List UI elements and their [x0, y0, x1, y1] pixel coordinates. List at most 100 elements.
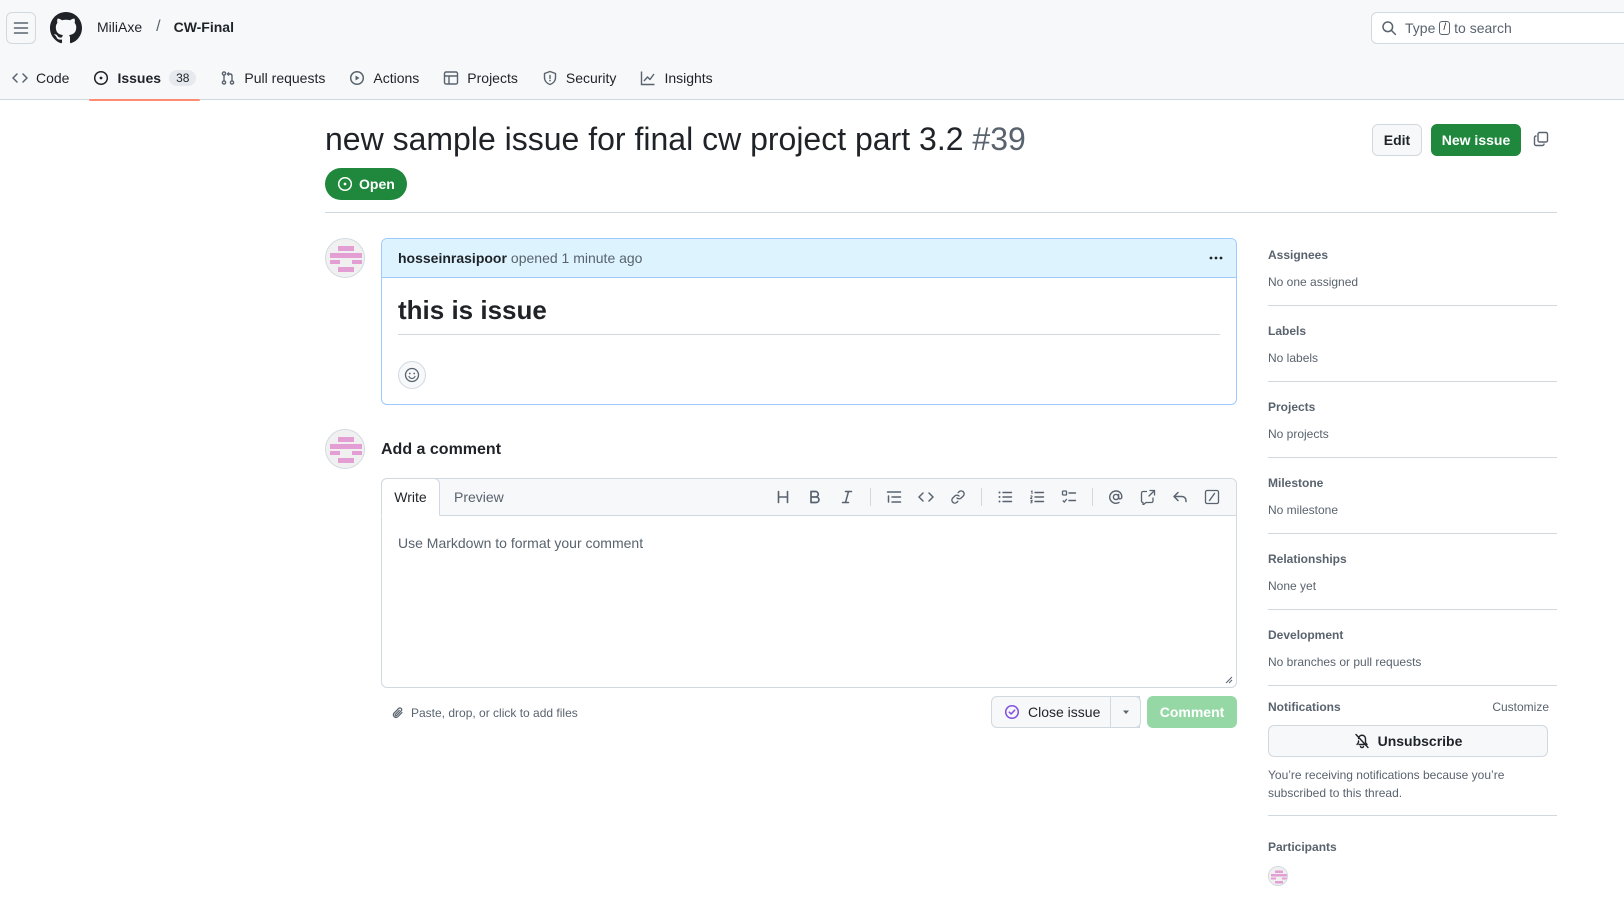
menu-button[interactable]	[6, 12, 36, 44]
comment-timestamp: opened 1 minute ago	[510, 250, 643, 266]
sidebar-heading: Projects	[1268, 400, 1316, 414]
link-icon[interactable]	[942, 483, 974, 511]
unsubscribe-button[interactable]: Unsubscribe	[1268, 725, 1548, 757]
sidebar-relationships[interactable]: Relationships None yet	[1268, 552, 1557, 593]
participant-avatar[interactable]	[1268, 866, 1288, 886]
issue-number: #39	[972, 121, 1026, 157]
sidebar-divider	[1268, 305, 1557, 306]
customize-notifications-link[interactable]: Customize	[1492, 700, 1549, 714]
repo-owner-link[interactable]: MiliAxe	[97, 19, 142, 35]
issue-state-badge: Open	[325, 168, 407, 200]
sidebar-heading: Labels	[1268, 324, 1307, 338]
edit-title-button[interactable]: Edit	[1372, 124, 1422, 156]
avatar[interactable]	[325, 429, 365, 469]
search-input[interactable]: Type / to search	[1371, 12, 1624, 44]
sidebar-value: No milestone	[1268, 503, 1339, 517]
repo-nav: Code Issues 38 Pull requests Actions Pro…	[0, 56, 725, 101]
breadcrumb: MiliAxe / CW-Final	[97, 18, 234, 36]
issue-title-text: new sample issue for final cw project pa…	[325, 121, 964, 157]
graph-icon	[640, 70, 664, 86]
notification-reason: You’re receiving notifications because y…	[1268, 768, 1505, 800]
attach-files-area[interactable]: Paste, drop, or click to add files	[391, 706, 578, 720]
tab-issues[interactable]: Issues 38	[81, 56, 208, 101]
search-prefix: Type	[1405, 20, 1436, 36]
reply-icon[interactable]	[1164, 483, 1196, 511]
sidebar-heading: Relationships	[1268, 552, 1347, 566]
comment-button[interactable]: Comment	[1147, 696, 1237, 728]
copy-icon[interactable]	[1533, 131, 1549, 147]
sidebar-development[interactable]: Development No branches or pull requests	[1268, 628, 1557, 669]
hamburger-icon	[13, 20, 29, 36]
tab-pull-requests[interactable]: Pull requests	[208, 56, 337, 100]
resize-handle-icon[interactable]	[1223, 674, 1233, 684]
toolbar-divider	[870, 488, 871, 506]
comment-header: hosseinrasipoor opened 1 minute ago	[382, 239, 1236, 278]
git-pull-request-icon	[220, 70, 244, 86]
cross-reference-icon[interactable]	[1132, 483, 1164, 511]
bell-slash-icon	[1354, 733, 1378, 749]
tab-actions[interactable]: Actions	[337, 56, 431, 100]
sidebar-labels[interactable]: Labels No labels	[1268, 324, 1557, 365]
heading-icon[interactable]	[767, 483, 799, 511]
table-icon	[443, 70, 467, 86]
sidebar-milestone[interactable]: Milestone No milestone	[1268, 476, 1557, 517]
tab-security[interactable]: Security	[530, 56, 629, 100]
bold-icon[interactable]	[799, 483, 831, 511]
sidebar-heading: Development	[1268, 628, 1344, 642]
comment-textarea[interactable]: Use Markdown to format your comment	[398, 535, 643, 551]
list-unordered-icon[interactable]	[989, 483, 1021, 511]
sidebar-divider	[1268, 609, 1557, 610]
tab-write[interactable]: Write	[381, 478, 440, 516]
tab-code[interactable]: Code	[0, 56, 81, 100]
sidebar-projects[interactable]: Projects No projects	[1268, 400, 1557, 441]
comment-heading: this is issue	[398, 295, 1220, 335]
close-issue-options-button[interactable]	[1110, 696, 1141, 728]
sidebar-value: No labels	[1268, 351, 1319, 365]
mention-icon[interactable]	[1100, 483, 1132, 511]
quote-icon[interactable]	[878, 483, 910, 511]
tab-insights[interactable]: Insights	[628, 56, 724, 100]
github-logo-icon[interactable]	[50, 12, 82, 44]
sidebar-heading: Assignees	[1268, 248, 1329, 262]
kebab-horizontal-icon[interactable]	[1204, 247, 1228, 269]
comment-body: this is issue	[398, 295, 1220, 335]
global-bar: MiliAxe / CW-Final Type / to search	[0, 0, 1624, 56]
tab-label: Issues	[117, 70, 162, 86]
slash-command-icon[interactable]	[1196, 483, 1228, 511]
search-placeholder: Type / to search	[1405, 20, 1512, 36]
title-divider	[325, 212, 1557, 213]
tab-projects[interactable]: Projects	[431, 56, 530, 100]
add-reaction-button[interactable]	[398, 361, 426, 389]
editor-toolbar: Write Preview	[381, 478, 1236, 516]
markdown-toolbar	[767, 479, 1228, 515]
repo-name-link[interactable]: CW-Final	[174, 19, 234, 35]
toolbar-divider	[1092, 488, 1093, 506]
smiley-icon	[404, 367, 420, 383]
sidebar-assignees[interactable]: Assignees No one assigned	[1268, 248, 1557, 289]
attach-hint-text: Paste, drop, or click to add files	[411, 706, 578, 720]
sidebar-value: No branches or pull requests	[1268, 655, 1422, 669]
triangle-down-icon	[1121, 707, 1131, 717]
tab-label: Projects	[467, 70, 518, 86]
sidebar-divider	[1268, 381, 1557, 382]
issue-opened-icon	[93, 70, 117, 86]
issues-count-badge: 38	[169, 70, 197, 86]
tab-label: Pull requests	[244, 70, 326, 86]
app-header: MiliAxe / CW-Final Type / to search Code…	[0, 0, 1624, 101]
add-comment-heading: Add a comment	[381, 441, 502, 458]
list-ordered-icon[interactable]	[1021, 483, 1053, 511]
sidebar-heading: Milestone	[1268, 476, 1324, 490]
sidebar-participants: Participants	[1268, 840, 1557, 854]
italic-icon[interactable]	[831, 483, 863, 511]
tab-label: Security	[565, 70, 617, 86]
comment-author-link[interactable]: hosseinrasipoor	[398, 250, 507, 266]
search-shortcut-key: /	[1439, 21, 1451, 35]
sidebar-divider	[1268, 685, 1557, 686]
avatar[interactable]	[325, 238, 365, 278]
sidebar-divider	[1268, 815, 1557, 816]
code-icon[interactable]	[910, 483, 942, 511]
sidebar-divider	[1268, 457, 1557, 458]
tasklist-icon[interactable]	[1053, 483, 1085, 511]
tab-preview[interactable]: Preview	[454, 479, 504, 515]
new-issue-button[interactable]: New issue	[1431, 124, 1521, 156]
